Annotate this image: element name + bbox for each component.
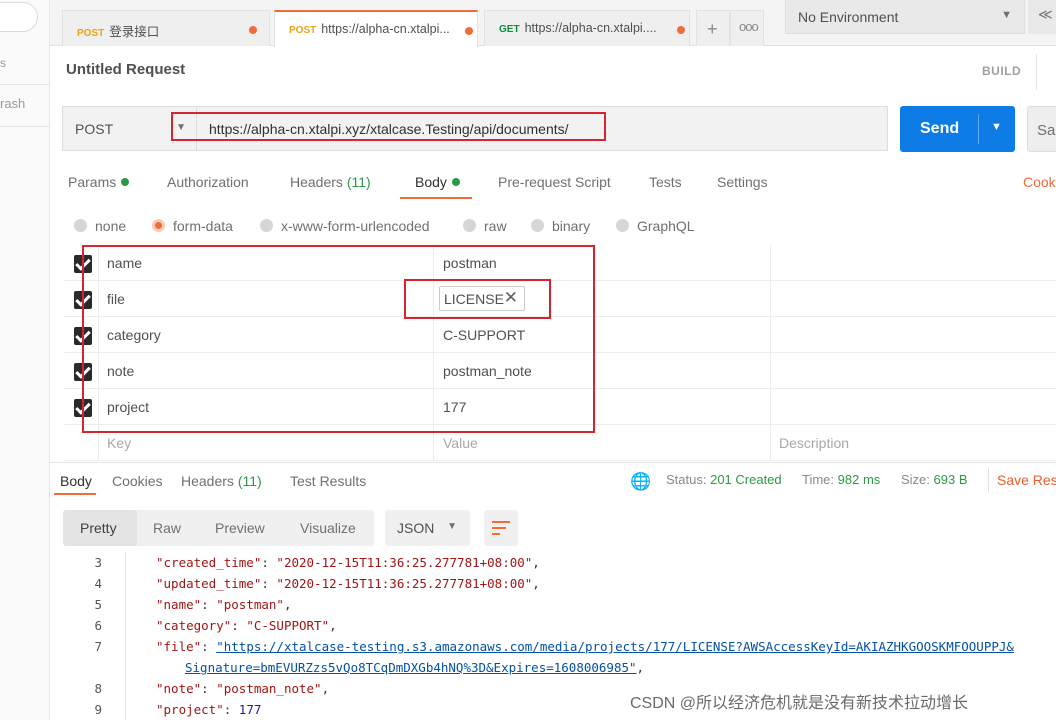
- view-mode-preview[interactable]: Preview: [215, 520, 265, 536]
- tab-method: GET: [499, 24, 520, 35]
- format-label: JSON: [397, 520, 435, 536]
- request-tab-bar: POST 登录接口 POST https://alpha-cn.xtalpi... …: [50, 0, 1056, 47]
- tab-prerequest-script[interactable]: Pre-request Script: [498, 174, 611, 190]
- radio-selected-icon: [152, 219, 165, 232]
- send-label: Send: [920, 120, 960, 137]
- request-tab-active[interactable]: POST https://alpha-cn.xtalpi...: [274, 10, 478, 47]
- save-button[interactable]: Sa: [1027, 106, 1056, 152]
- view-mode-pretty[interactable]: Pretty: [80, 520, 117, 536]
- unsaved-dot-icon: [465, 27, 473, 35]
- radio-raw[interactable]: raw: [463, 218, 507, 234]
- tab-method: POST: [289, 25, 317, 36]
- eye-icon: ≪: [1038, 6, 1053, 22]
- wrap-lines-button[interactable]: [484, 510, 518, 546]
- build-mode-button[interactable]: BUILD: [982, 64, 1021, 78]
- line-number: 3: [94, 555, 102, 570]
- response-status[interactable]: Status: 201 Created: [666, 472, 782, 487]
- sidebar-item-trash[interactable]: rash: [0, 96, 25, 111]
- environment-select[interactable]: No Environment ▼: [785, 0, 1025, 34]
- annotation-box-file: [404, 279, 551, 319]
- request-title[interactable]: Untitled Request: [66, 61, 185, 78]
- environment-label: No Environment: [798, 9, 899, 25]
- chevron-down-icon[interactable]: ▼: [991, 121, 1002, 133]
- tab-label: 登录接口: [109, 25, 160, 39]
- tab-label: https://alpha-cn.xtalpi...: [321, 22, 450, 36]
- tab-more-button[interactable]: ooo: [730, 10, 764, 46]
- view-mode-raw[interactable]: Raw: [153, 520, 181, 536]
- environment-quick-look-button[interactable]: ≪: [1028, 0, 1056, 34]
- tab-params[interactable]: Params: [68, 174, 130, 190]
- response-tab-headers[interactable]: Headers (11): [181, 473, 262, 489]
- unsaved-dot-icon: [677, 26, 685, 34]
- radio-form-data[interactable]: form-data: [152, 218, 233, 234]
- chevron-down-icon: ▼: [447, 521, 457, 532]
- sidebar-strip: s rash: [0, 0, 50, 720]
- code-line: "category": "C-SUPPORT",: [156, 618, 337, 633]
- chevron-down-icon: ▼: [1001, 9, 1012, 21]
- code-line: "note": "postman_note",: [156, 681, 330, 696]
- format-select[interactable]: JSON ▼: [385, 510, 470, 546]
- active-tab-underline: [400, 197, 472, 199]
- code-line: "project": 177: [156, 702, 262, 717]
- value-placeholder[interactable]: Value: [443, 435, 478, 451]
- radio-x-www-form-urlencoded[interactable]: x-www-form-urlencoded: [260, 218, 430, 234]
- radio-circle-icon: [260, 219, 273, 232]
- annotation-box-url: [171, 112, 606, 141]
- file-url-link[interactable]: Signature=bmEVURZzs5vQo8TCqDmDXGb4hNQ%3D…: [185, 660, 637, 675]
- request-tab-login[interactable]: POST 登录接口: [62, 10, 270, 46]
- tab-settings[interactable]: Settings: [717, 174, 768, 190]
- new-tab-button[interactable]: +: [696, 10, 730, 46]
- radio-binary[interactable]: binary: [531, 218, 590, 234]
- key-placeholder[interactable]: Key: [107, 435, 131, 451]
- tab-label: https://alpha-cn.xtalpi....: [524, 21, 657, 35]
- response-size[interactable]: Size: 693 B: [901, 472, 968, 487]
- radio-none[interactable]: none: [74, 218, 126, 234]
- line-number: 9: [94, 702, 102, 717]
- line-number: 6: [94, 618, 102, 633]
- request-section-tabs: Params Authorization Headers (11) Body P…: [50, 166, 1056, 200]
- globe-icon[interactable]: 🌐: [630, 472, 651, 492]
- radio-circle-icon: [463, 219, 476, 232]
- line-number: 4: [94, 576, 102, 591]
- code-line: "created_time": "2020-12-15T11:36:25.277…: [156, 555, 540, 570]
- wrap-lines-icon: [492, 521, 510, 523]
- tab-body[interactable]: Body: [415, 174, 460, 190]
- send-button[interactable]: Send ▼: [900, 106, 1015, 152]
- radio-circle-icon: [616, 219, 629, 232]
- file-url-link[interactable]: "https://xtalcase-testing.s3.amazonaws.c…: [216, 639, 1014, 654]
- active-dot-icon: [451, 178, 460, 186]
- line-number: 7: [94, 639, 102, 654]
- line-number: 5: [94, 597, 102, 612]
- radio-circle-icon: [74, 219, 87, 232]
- sidebar-fragment: s: [0, 56, 6, 70]
- response-tab-test-results[interactable]: Test Results: [290, 473, 366, 489]
- watermark: CSDN @所以经济危机就是没有新技术拉动增长: [630, 695, 969, 712]
- active-tab-underline: [54, 493, 96, 495]
- sidebar-search-pill[interactable]: [0, 2, 38, 32]
- code-line-wrapped: Signature=bmEVURZzs5vQo8TCqDmDXGb4hNQ%3D…: [185, 660, 645, 675]
- cookies-link[interactable]: Cook: [1023, 174, 1056, 190]
- save-response-button[interactable]: Save Res: [997, 472, 1056, 488]
- code-line: "updated_time": "2020-12-15T11:36:25.277…: [156, 576, 540, 591]
- radio-graphql[interactable]: GraphQL: [616, 218, 695, 234]
- tab-tests[interactable]: Tests: [649, 174, 682, 190]
- tab-method: POST: [77, 28, 105, 39]
- radio-circle-icon: [531, 219, 544, 232]
- response-tab-cookies[interactable]: Cookies: [112, 473, 163, 489]
- tab-authorization[interactable]: Authorization: [167, 174, 249, 190]
- unsaved-dot-icon: [249, 26, 257, 34]
- tab-headers[interactable]: Headers (11): [290, 174, 371, 190]
- description-placeholder[interactable]: Description: [779, 435, 849, 451]
- active-dot-icon: [121, 178, 130, 186]
- request-tab-get[interactable]: GET https://alpha-cn.xtalpi....: [484, 10, 690, 46]
- response-tab-body[interactable]: Body: [60, 473, 92, 489]
- code-line: "name": "postman",: [156, 597, 292, 612]
- line-number: 8: [94, 681, 102, 696]
- annotation-box-table: [82, 245, 595, 433]
- code-line: "file": "https://xtalcase-testing.s3.ama…: [156, 639, 1014, 654]
- method-label: POST: [75, 121, 114, 137]
- view-mode-visualize[interactable]: Visualize: [300, 520, 356, 536]
- response-time[interactable]: Time: 982 ms: [802, 472, 880, 487]
